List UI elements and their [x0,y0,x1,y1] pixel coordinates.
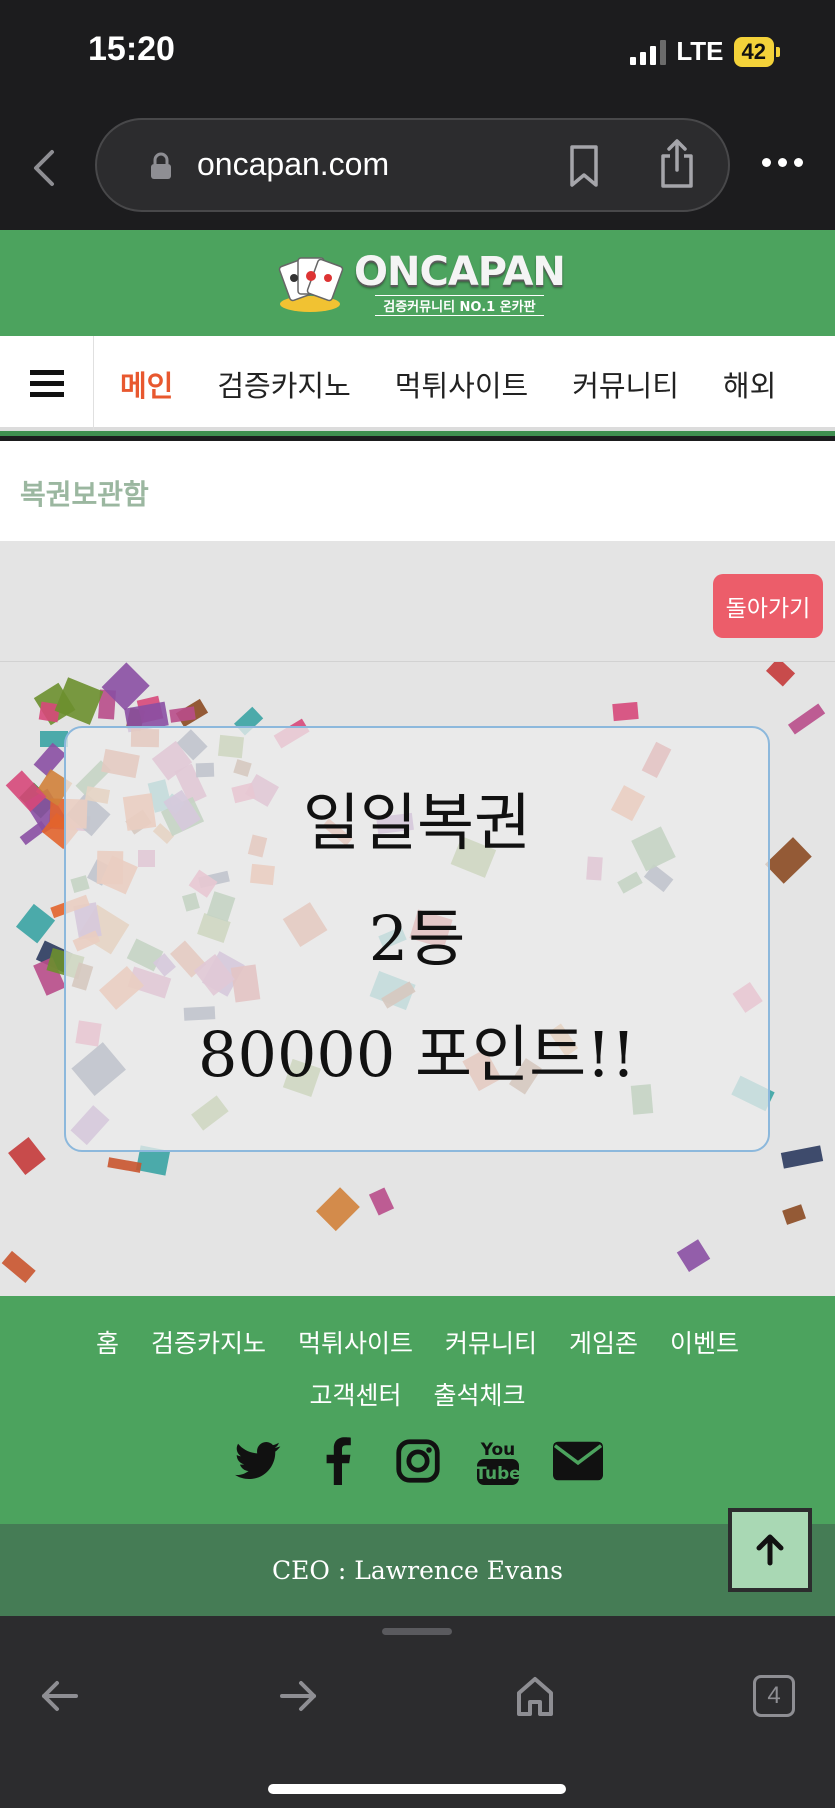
lottery-result-card: 일일복권 2등 80000 포인트!! [64,726,770,1152]
confetti-piece [1,1250,37,1284]
status-time: 15:20 [88,30,175,68]
confetti-piece [368,1187,394,1216]
toolbar-grabber [382,1628,452,1635]
site-header: ONCAPAN 검증커뮤니티 NO.1 온카판 [0,230,835,336]
twitter-icon[interactable] [233,1436,283,1486]
footer-link-community[interactable]: 커뮤니티 [445,1318,537,1370]
confetti-piece [612,701,640,722]
share-icon[interactable] [657,138,697,190]
nav-item-main[interactable]: 메인 [120,363,173,405]
footer-link-home[interactable]: 홈 [96,1318,119,1370]
lock-icon [151,152,171,179]
status-bar: 15:20 LTE 42 [0,0,835,110]
footer-link-verified-casino[interactable]: 검증카지노 [151,1318,266,1370]
battery-icon: 42 [733,36,780,67]
url-text: oncapan.com [197,146,390,182]
footer-link-support[interactable]: 고객센터 [309,1370,401,1422]
svg-text:Tube: Tube [476,1464,520,1484]
instagram-icon[interactable] [393,1436,443,1486]
footer-links: 홈 검증카지노 먹튀사이트 커뮤니티 게임존 이벤트 고객센터 출석체크 [0,1318,835,1422]
browser-address-area: oncapan.com [0,110,835,230]
confetti-piece [7,1136,46,1175]
confetti-piece [764,837,812,885]
network-label: LTE [676,36,724,66]
footer-link-attendance[interactable]: 출석체크 [434,1370,526,1422]
confetti-piece [766,662,796,687]
status-indicators: LTE 42 [630,36,780,67]
more-icon[interactable] [762,158,803,167]
scroll-to-top-button[interactable] [728,1508,812,1592]
back-chevron-icon[interactable] [30,148,60,188]
logo-subtitle: 검증커뮤니티 NO.1 온카판 [375,294,544,316]
nav-item-overseas[interactable]: 해외 [723,363,776,405]
lottery-name: 일일복권 [302,786,532,859]
breadcrumb-bar: 복권보관함 [0,441,835,541]
home-indicator [268,1784,566,1794]
logo-title: ONCAPAN [354,248,566,295]
confetti-piece [15,903,55,944]
tabs-count: 4 [753,1675,795,1717]
nav-item-community[interactable]: 커뮤니티 [572,363,679,405]
facebook-icon[interactable] [313,1436,363,1486]
signal-icon [630,39,667,65]
return-button[interactable]: 돌아가기 [713,574,823,638]
breadcrumb: 복권보관함 [20,478,149,511]
confetti-piece [107,1157,142,1173]
battery-level: 42 [733,36,774,67]
home-icon[interactable] [505,1666,565,1726]
social-links: You Tube [0,1436,835,1486]
nav-item-scam-sites[interactable]: 먹튀사이트 [395,363,528,405]
tabs-button[interactable]: 4 [744,1666,804,1726]
main-nav: 메인 검증카지노 먹튀사이트 커뮤니티 해외 [0,336,835,436]
youtube-icon[interactable]: You Tube [473,1436,523,1486]
menu-icon[interactable] [0,336,94,431]
confetti-piece [676,1238,711,1272]
bookmark-icon[interactable] [567,144,601,188]
address-bar[interactable]: oncapan.com [95,118,730,212]
lottery-rank: 2등 [368,902,466,975]
arrow-up-icon [756,1534,784,1566]
site-logo[interactable]: ONCAPAN 검증커뮤니티 NO.1 온카판 [274,248,566,316]
site-footer: 홈 검증카지노 먹튀사이트 커뮤니티 게임존 이벤트 고객센터 출석체크 You… [0,1296,835,1524]
confetti-piece [787,703,825,734]
lottery-prize: 80000 포인트!! [198,1018,636,1091]
back-arrow-icon[interactable] [30,1666,90,1726]
cards-logo-icon [278,257,344,312]
svg-text:You: You [479,1440,515,1460]
confetti-piece [781,1145,824,1169]
nav-item-verified-casino[interactable]: 검증카지노 [217,363,350,405]
copyright-bar: CEO : Lawrence Evans [0,1524,835,1616]
footer-link-scam-sites[interactable]: 먹튀사이트 [298,1318,413,1370]
footer-link-events[interactable]: 이벤트 [670,1318,739,1370]
nav-items: 메인 검증카지노 먹튀사이트 커뮤니티 해외 [120,336,835,431]
browser-toolbar: 4 [0,1616,835,1808]
confetti-piece [316,1187,361,1232]
confetti-piece [782,1204,807,1225]
email-icon[interactable] [552,1436,603,1486]
footer-link-game-zone[interactable]: 게임존 [569,1318,638,1370]
ceo-text: CEO : Lawrence Evans [272,1556,563,1585]
forward-arrow-icon[interactable] [268,1666,328,1726]
